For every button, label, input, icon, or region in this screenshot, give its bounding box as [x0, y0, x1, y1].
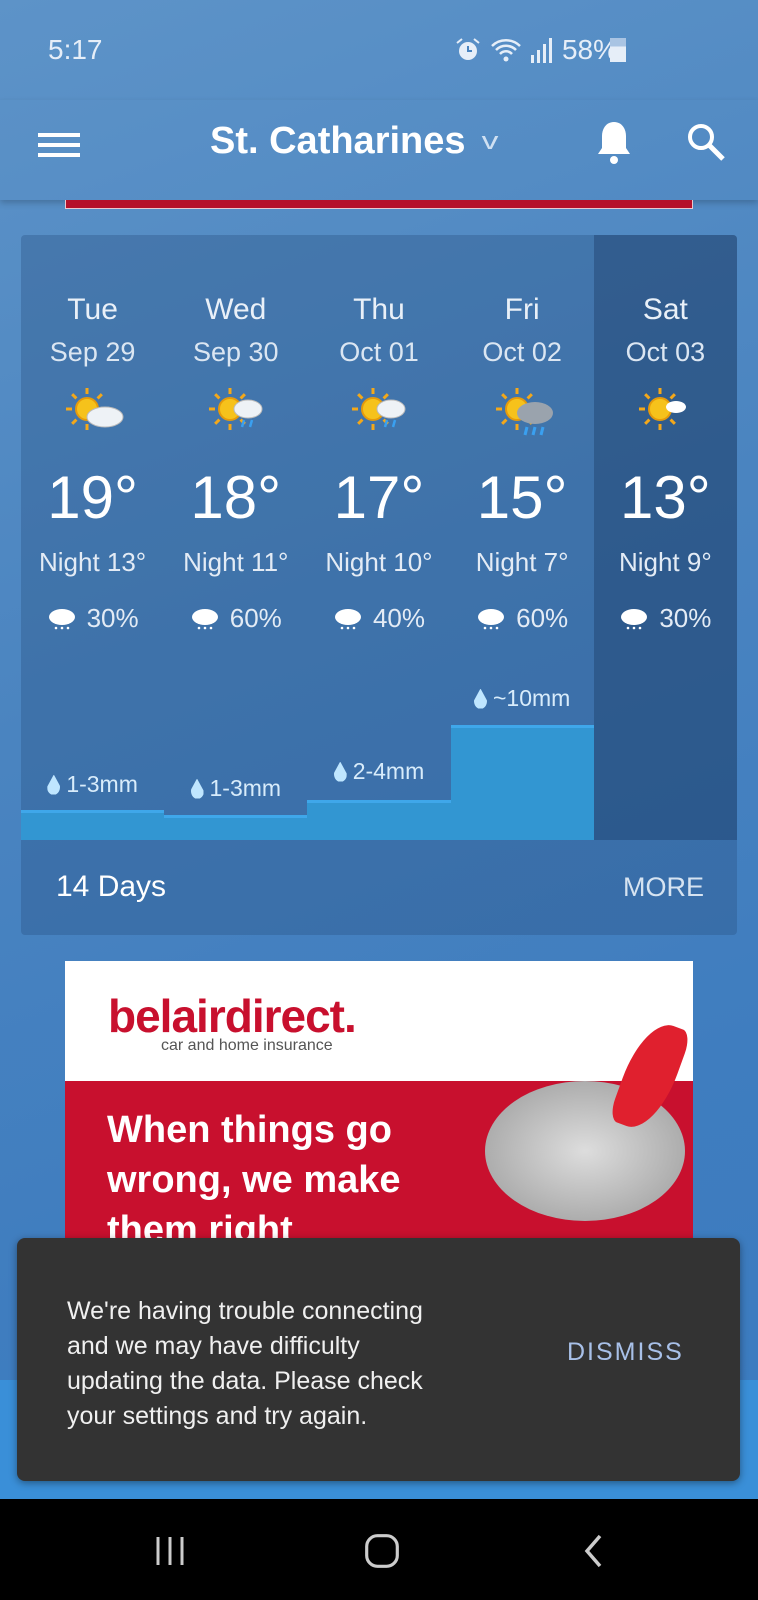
rain-cloud-icon — [478, 608, 505, 629]
rain-cloud-icon — [334, 608, 361, 629]
ad-brand-logo: belairdirect. — [108, 990, 357, 1042]
recent-apps-icon[interactable] — [152, 1533, 188, 1569]
search-icon[interactable] — [684, 120, 728, 164]
precip-bar — [164, 815, 308, 840]
forecast-card: Tue Sep 29 19° Night 13° 30% 1-3mm Wed Sep… — [21, 235, 737, 935]
night-temp: Night 7° — [475, 547, 569, 577]
day-date: Oct 01 — [339, 337, 419, 367]
high-temp: 19° — [47, 464, 138, 531]
day-name: Sat — [642, 293, 688, 326]
day-name: Thu — [353, 293, 405, 326]
precip-probability: 30% — [21, 603, 164, 634]
partly-cloudy-icon — [66, 388, 124, 430]
day-name: Tue — [67, 293, 118, 326]
wifi-icon — [491, 39, 521, 62]
high-temp: 18° — [190, 464, 282, 531]
night-temp: Night 13° — [38, 547, 147, 577]
pop-value: 30% — [86, 603, 139, 633]
forecast-day-wed[interactable]: Wed Sep 30 18° Night 11° 60% 1-3mm — [164, 235, 308, 840]
precip-amount: ~10mm — [451, 685, 594, 712]
day-date: Oct 02 — [482, 337, 562, 367]
precip-amount: 1-3mm — [164, 775, 307, 802]
precip-amount-value: 2-4mm — [352, 758, 425, 784]
system-icons: 58% — [454, 34, 618, 66]
night-temp: Night 10° — [325, 547, 433, 577]
precip-probability: 60% — [451, 603, 594, 634]
precip-amount-value: ~10mm — [492, 685, 571, 711]
dismiss-button[interactable]: DISMISS — [567, 1338, 684, 1367]
location-selector[interactable]: St. Catharines v — [210, 120, 498, 163]
forecast-day-thu[interactable]: Thu Oct 01 17° Night 10° 40% 2-4mm — [307, 235, 451, 840]
rain-cloud-icon — [48, 608, 75, 629]
top-ad-banner[interactable] — [65, 200, 693, 209]
precip-probability: 60% — [164, 603, 307, 634]
location-name: St. Catharines — [210, 120, 466, 162]
ad-headline: When things go wrong, we make them right — [107, 1109, 401, 1251]
pop-value: 40% — [372, 603, 425, 633]
clock: 5:17 — [48, 34, 103, 65]
pop-value: 60% — [516, 603, 569, 633]
ad-banner[interactable]: belairdirect. car and home insurance Whe… — [65, 961, 693, 1251]
connection-snackbar: We're having trouble connecting and we m… — [17, 1238, 740, 1481]
sun-cloud-rain-icon — [352, 388, 406, 430]
precip-probability: 30% — [594, 603, 737, 634]
raindrop-icon — [333, 761, 347, 782]
day-name: Fri — [504, 293, 540, 326]
high-temp: 17° — [333, 464, 425, 531]
navigation-bar — [0, 1499, 758, 1600]
back-icon[interactable] — [582, 1533, 606, 1569]
snackbar-message: We're having trouble connecting and we m… — [67, 1297, 423, 1430]
precip-probability: 40% — [307, 603, 450, 634]
forecast-day-fri[interactable]: Fri Oct 02 15° Night 7° 60% ~10mm — [450, 235, 594, 840]
alarm-icon — [456, 38, 480, 60]
precip-amount: 2-4mm — [307, 758, 450, 785]
status-bar: 5:17 58% — [0, 0, 758, 100]
rain-cloud-icon — [191, 608, 218, 629]
sun-cloud-heavy-rain-icon — [495, 388, 553, 436]
raindrop-icon — [47, 774, 61, 795]
app-header: St. Catharines v — [0, 100, 758, 200]
day-date: Sep 29 — [49, 337, 136, 367]
raindrop-icon — [473, 688, 487, 709]
rain-cloud-icon — [621, 608, 648, 629]
raindrop-icon — [190, 778, 204, 799]
day-date: Sep 30 — [192, 337, 279, 367]
more-button[interactable]: MORE — [623, 872, 704, 903]
pop-value: 60% — [229, 603, 282, 633]
signal-icon — [530, 38, 552, 63]
high-temp: 15° — [476, 464, 568, 531]
bell-icon[interactable] — [594, 118, 634, 168]
battery-icon — [610, 38, 626, 62]
forecast-day-sat[interactable]: Sat Oct 03 13° Night 9° 30% — [593, 235, 737, 840]
night-temp: Night 9° — [618, 547, 712, 577]
chevron-down-icon: v — [481, 127, 498, 155]
precip-amount-value: 1-3mm — [66, 771, 138, 797]
night-temp: Night 11° — [183, 547, 289, 577]
forecast-day-tue[interactable]: Tue Sep 29 19° Night 13° 30% 1-3mm — [21, 235, 165, 840]
high-temp: 13° — [619, 464, 711, 531]
home-icon[interactable] — [362, 1533, 402, 1569]
ad-tagline: car and home insurance — [161, 1037, 333, 1054]
day-name: Wed — [205, 293, 267, 326]
menu-icon[interactable] — [38, 127, 80, 167]
forecast-footer: 14 Days MORE — [21, 840, 737, 935]
14-days-link[interactable]: 14 Days — [56, 870, 166, 904]
precip-bar — [450, 725, 594, 840]
pop-value: 30% — [659, 603, 712, 633]
precip-bar — [21, 810, 165, 840]
precip-bar — [307, 800, 451, 840]
precip-amount-value: 1-3mm — [209, 775, 282, 801]
sun-small-cloud-icon — [638, 388, 686, 430]
precip-amount: 1-3mm — [21, 771, 164, 798]
day-date: Oct 03 — [625, 337, 706, 367]
sun-cloud-rain-icon — [209, 388, 263, 430]
